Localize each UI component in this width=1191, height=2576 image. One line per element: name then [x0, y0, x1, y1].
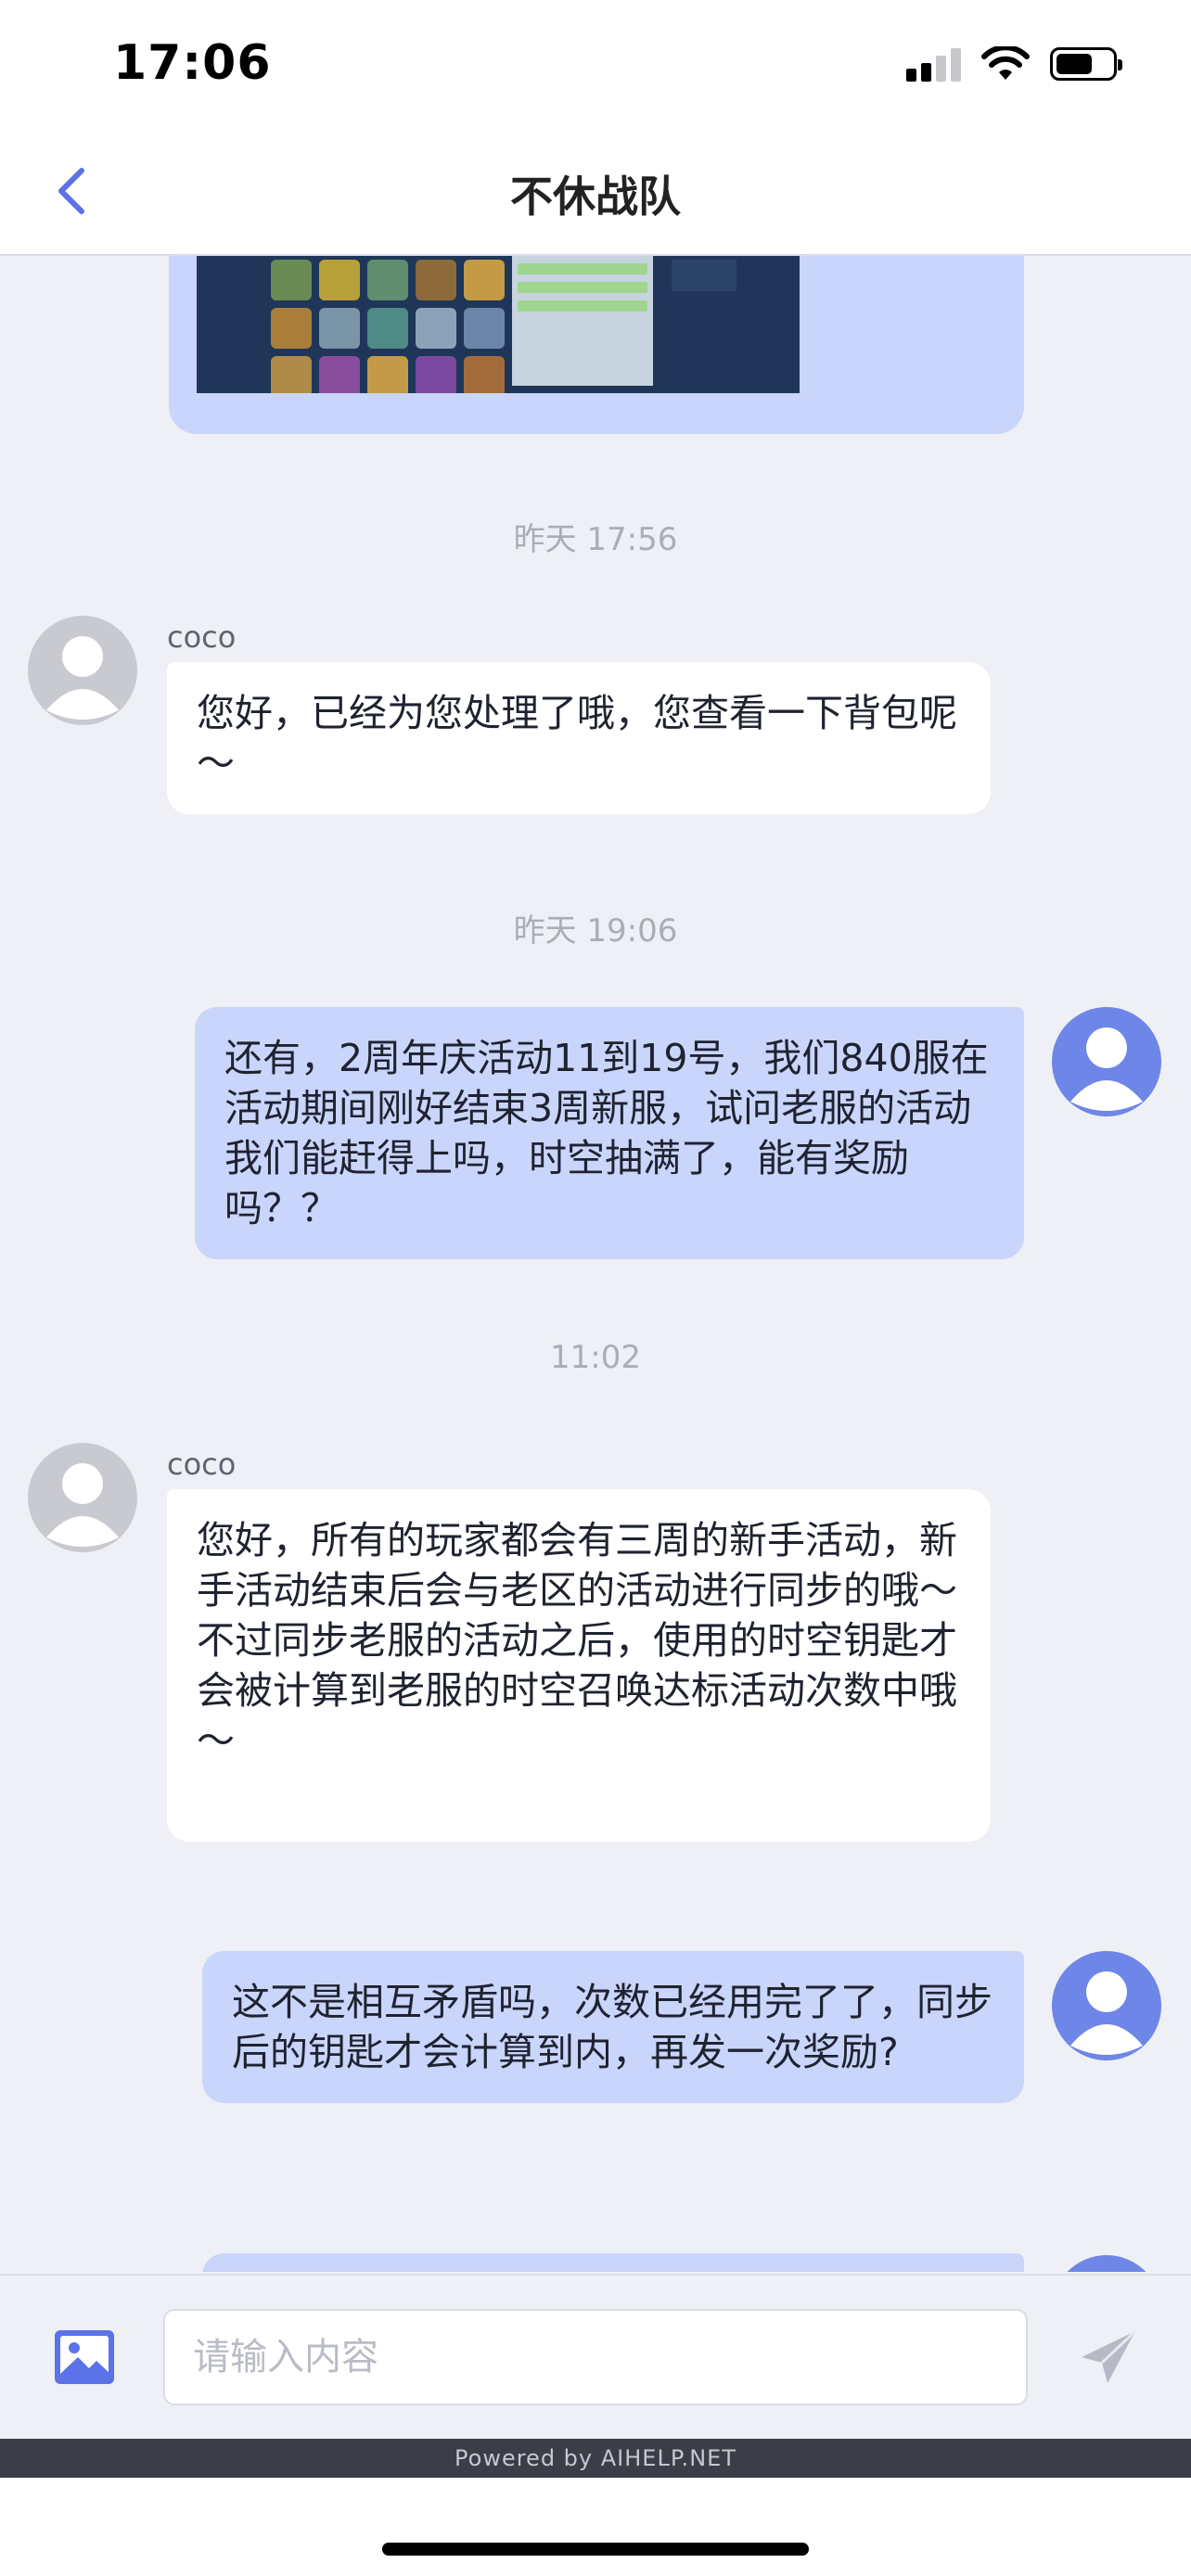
battery-icon	[1050, 47, 1122, 81]
cellular-signal-icon	[906, 46, 961, 82]
timestamp: 11:02	[550, 1339, 641, 1376]
image-message[interactable]	[169, 256, 1024, 434]
status-bar: 17:06	[0, 0, 1191, 130]
chat-area[interactable]: 昨天 17:56 coco 您好，已经为您处理了哦，您查看一下背包呢～ 昨天 1…	[0, 256, 1191, 2272]
wifi-icon	[981, 46, 1030, 80]
agent-avatar[interactable]	[28, 616, 137, 725]
status-time: 17:06	[113, 35, 272, 91]
user-silhouette-icon	[46, 1463, 119, 1547]
user-message-partial	[202, 2253, 1024, 2272]
send-icon[interactable]	[1076, 2326, 1141, 2391]
user-avatar[interactable]	[1052, 1007, 1161, 1116]
timestamp: 昨天 17:56	[513, 521, 678, 558]
status-icons	[906, 46, 1122, 82]
user-silhouette-icon	[1070, 1971, 1143, 2055]
input-bar	[0, 2274, 1191, 2441]
user-avatar-partial	[1052, 2255, 1161, 2272]
user-message: 还有，2周年庆活动11到19号，我们840服在活动期间刚好结束3周新服，试问老服…	[195, 1007, 1024, 1259]
agent-message: 您好，所有的玩家都会有三周的新手活动，新手活动结束后会与老区的活动进行同步的哦～…	[167, 1489, 991, 1842]
message-input[interactable]	[163, 2309, 1028, 2405]
user-avatar[interactable]	[1052, 1951, 1161, 2060]
nav-bar: 不休战队	[0, 130, 1191, 256]
agent-message: 您好，已经为您处理了哦，您查看一下背包呢～	[167, 662, 991, 814]
user-message: 这不是相互矛盾吗，次数已经用完了了，同步后的钥匙才会计算到内，再发一次奖励?	[202, 1951, 1024, 2103]
sender-name: coco	[167, 1447, 237, 1482]
agent-avatar[interactable]	[28, 1443, 137, 1552]
page-title: 不休战队	[510, 172, 681, 222]
home-area	[0, 2478, 1191, 2576]
game-screenshot-image[interactable]	[197, 256, 800, 393]
sender-name: coco	[167, 619, 237, 655]
timestamp: 昨天 19:06	[513, 912, 678, 950]
powered-by-footer: Powered by AIHELP.NET	[0, 2439, 1191, 2478]
image-icon[interactable]	[52, 2327, 117, 2387]
user-silhouette-icon	[1070, 1027, 1143, 1111]
home-indicator[interactable]	[382, 2543, 809, 2556]
user-silhouette-icon	[46, 636, 119, 720]
